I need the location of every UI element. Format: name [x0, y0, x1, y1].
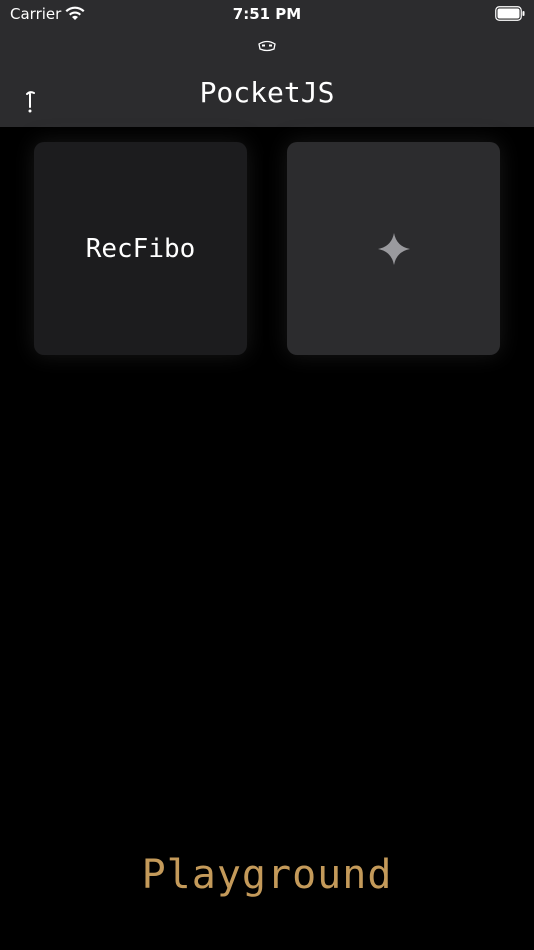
page-title: PocketJS	[199, 76, 335, 109]
add-project-button[interactable]	[287, 142, 500, 355]
mask-icon	[258, 40, 276, 52]
battery-icon	[495, 6, 525, 21]
playground-label[interactable]: Playground	[0, 852, 534, 898]
plus-icon	[377, 232, 410, 265]
nav-bar: PocketJS	[0, 30, 534, 127]
status-bar: Carrier 7:51 PM	[0, 0, 534, 30]
project-card-recfibo[interactable]: RecFibo	[34, 142, 247, 355]
project-card-label: RecFibo	[85, 233, 196, 264]
status-time: 7:51 PM	[232, 5, 302, 23]
